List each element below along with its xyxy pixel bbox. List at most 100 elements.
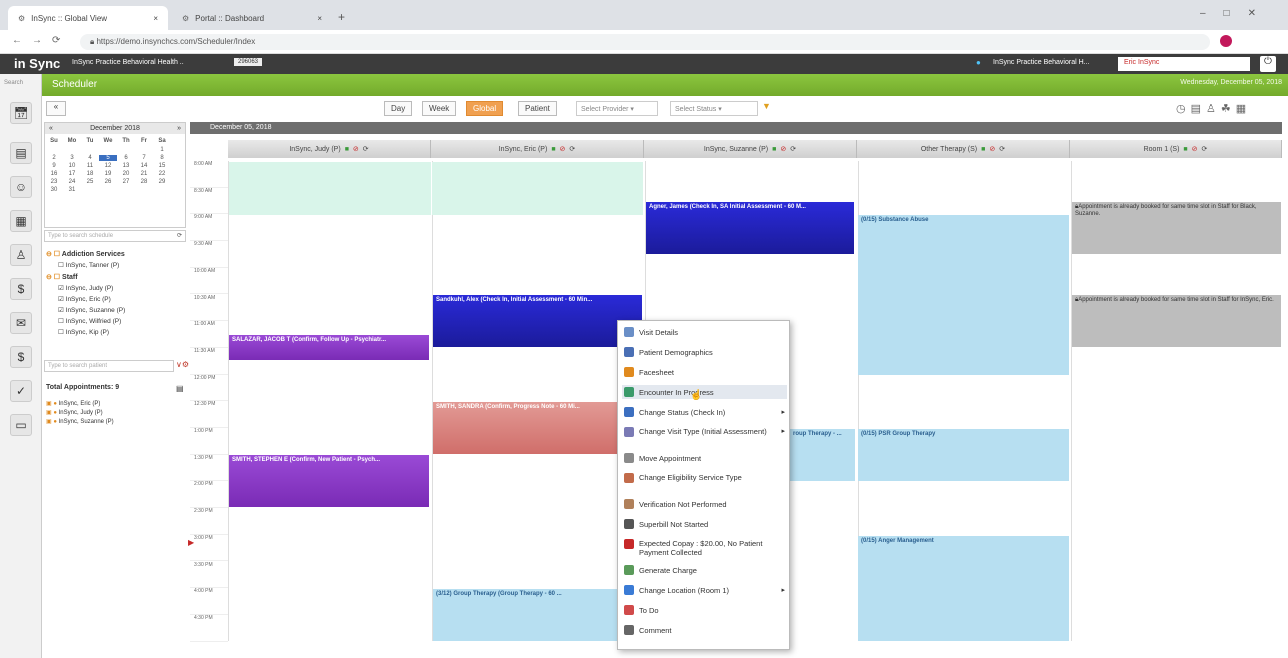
calendar-day[interactable]: 27 [117, 179, 135, 185]
menu-item-status[interactable]: Change Status (Check In) ▸ [622, 405, 787, 419]
appointment-smith-sandra[interactable]: SMITH, SANDRA (Confirm, Progress Note - … [433, 402, 623, 454]
calendar-day[interactable]: 25 [81, 179, 99, 185]
calendar-day[interactable]: 26 [99, 179, 117, 185]
column-header-room-1[interactable]: Room 1 (S) ■ ⊘ ⟳ [1070, 140, 1282, 158]
appointment-smith-stephen[interactable]: SMITH, STEPHEN E (Confirm, New Patient -… [229, 455, 429, 507]
scheduler-icon[interactable]: 📅︎ [10, 102, 32, 124]
checkbox[interactable]: ☐ [58, 329, 66, 336]
total-item[interactable]: ▣ ● InSync, Suzanne (P) [46, 418, 176, 425]
search-label[interactable]: Search [0, 80, 40, 86]
calendar-day[interactable]: 11 [81, 163, 99, 169]
calendar-day[interactable]: 1 [153, 147, 171, 153]
calendar-day[interactable]: 12 [99, 163, 117, 169]
menu-item-superbill[interactable]: Superbill Not Started [622, 517, 787, 531]
add-icon[interactable]: ■ [772, 146, 776, 153]
filter-icon[interactable]: ▼ [762, 101, 771, 111]
tab-global-view[interactable]: ⚙ InSync :: Global View × [8, 6, 168, 30]
calendar-day[interactable]: 17 [63, 171, 81, 177]
view-week-button[interactable]: Week [422, 101, 457, 116]
calendar-day[interactable]: 4 [81, 155, 99, 161]
tasks-icon[interactable]: ✓ [10, 380, 32, 402]
block-icon[interactable]: ⊘ [560, 145, 566, 153]
refresh-icon[interactable]: ⟳ [1202, 145, 1208, 153]
filter-item[interactable]: ☑ InSync, Eric (P) [46, 295, 184, 303]
calendar-day[interactable]: 22 [153, 171, 171, 177]
appointment-sandkuhl[interactable]: Sandkuhl, Alex (Check In, Initial Assess… [433, 295, 642, 347]
view-patient-button[interactable]: Patient [518, 101, 557, 116]
payments-icon[interactable]: $ [10, 346, 32, 368]
appointment-anger-management[interactable]: (0/15) Anger Management [858, 536, 1069, 641]
add-icon[interactable]: ■ [345, 146, 349, 153]
collapse-icon[interactable]: ⊖ ☐ [46, 274, 62, 281]
appointment-group-therapy-suzanne[interactable]: roup Therapy - ... [790, 429, 855, 481]
calendar-day[interactable]: 6 [117, 155, 135, 161]
user-selector[interactable]: Eric InSync [1118, 57, 1250, 71]
menu-item-visit-type[interactable]: Change Visit Type (Initial Assessment) ▸ [622, 425, 787, 439]
user-icon[interactable]: ♙ [10, 244, 32, 266]
appointment-salazar[interactable]: SALAZAR, JACOB T (Confirm, Follow Up - P… [229, 335, 429, 360]
reports-icon[interactable]: ▤ [10, 142, 32, 164]
tab-close-icon[interactable]: × [317, 14, 322, 23]
print-icon[interactable]: ▤ [176, 384, 184, 393]
calendar-day[interactable]: 15 [153, 163, 171, 169]
filter-item[interactable]: ☑ InSync, Suzanne (P) [46, 306, 184, 314]
prev-month-button[interactable]: « [49, 125, 53, 132]
calendar-day[interactable]: 20 [117, 171, 135, 177]
block-icon[interactable]: ⊘ [1192, 145, 1198, 153]
menu-item-move[interactable]: Move Appointment [622, 451, 787, 465]
tab-close-icon[interactable]: × [153, 14, 158, 23]
calendar-day[interactable]: 29 [153, 179, 171, 185]
calendar-day[interactable]: 5 [99, 155, 117, 161]
filter-item[interactable]: ☐ InSync, Wilfried (P) [46, 317, 184, 325]
room-booking-note[interactable]: 🔒︎Appointment is already booked for same… [1072, 295, 1281, 347]
refresh-icon[interactable]: ⟳ [790, 145, 796, 153]
filter-group-header[interactable]: ⊖ ☐ Staff [46, 273, 184, 281]
add-icon[interactable]: ■ [1183, 146, 1187, 153]
filter-group-header[interactable]: ⊖ ☐ Addiction Services [46, 250, 184, 258]
collapse-icon[interactable]: ⊖ ☐ [46, 251, 62, 258]
calendar-day[interactable]: 18 [81, 171, 99, 177]
calendar-day[interactable]: 24 [63, 179, 81, 185]
next-month-button[interactable]: » [177, 125, 181, 132]
add-icon[interactable]: ■ [981, 146, 985, 153]
menu-item-visit-details[interactable]: Visit Details [622, 325, 787, 339]
toolbar-right-icons[interactable]: ◷▤♙☘▦ [1176, 102, 1251, 115]
patient-icon[interactable]: ☺ [10, 176, 32, 198]
total-item[interactable]: ▣ ● InSync, Judy (P) [46, 409, 176, 416]
available-slot[interactable] [432, 162, 643, 215]
menu-item-comment[interactable]: Comment [622, 623, 787, 637]
calendar-day[interactable]: 7 [135, 155, 153, 161]
calendar-day[interactable]: 21 [135, 171, 153, 177]
refresh-icon[interactable]: ⟳ [177, 232, 182, 239]
menu-item-todo[interactable]: To Do [622, 603, 787, 617]
appointment-agner[interactable]: Agner, James (Check In, SA Initial Asses… [646, 202, 854, 254]
calendar-day[interactable]: 19 [99, 171, 117, 177]
provider-select[interactable]: Select Provider ▾ [576, 101, 658, 116]
view-global-button[interactable]: Global [466, 101, 504, 116]
calendar-day[interactable]: 31 [63, 187, 81, 193]
nav-buttons[interactable]: ←→⟳ [12, 35, 70, 46]
menu-item-patient[interactable]: Patient Demographics [622, 345, 787, 359]
calendar-day[interactable]: 30 [45, 187, 63, 193]
patient-search-input[interactable]: Type to search patient [44, 360, 174, 372]
column-header-other-therapy[interactable]: Other Therapy (S) ■ ⊘ ⟳ [857, 140, 1070, 158]
calendar-day[interactable]: 8 [153, 155, 171, 161]
calendar-day[interactable]: 10 [63, 163, 81, 169]
tab-portal-dashboard[interactable]: ⚙ Portal :: Dashboard × [172, 6, 332, 30]
calendar-day[interactable]: 16 [45, 171, 63, 177]
menu-item-facesheet[interactable]: Facesheet [622, 365, 787, 379]
menu-item-copay[interactable]: Expected Copay : $20.00, No Patient Paym… [622, 537, 787, 559]
collapse-sidebar-button[interactable]: « [46, 101, 66, 116]
refresh-icon[interactable]: ⟳ [363, 145, 369, 153]
menu-item-eligibility[interactable]: Change Eligibility Service Type [622, 471, 787, 485]
block-icon[interactable]: ⊘ [989, 145, 995, 153]
calendar-day[interactable]: 14 [135, 163, 153, 169]
menu-item-verification[interactable]: Verification Not Performed [622, 497, 787, 511]
column-header-suzanne[interactable]: InSync, Suzanne (P) ■ ⊘ ⟳ [644, 140, 857, 158]
appointment-psr-group[interactable]: (0/15) PSR Group Therapy [858, 429, 1069, 481]
block-icon[interactable]: ⊘ [353, 145, 359, 153]
patient-search-toggle[interactable]: ∨⚙ [176, 360, 189, 369]
new-tab-button[interactable]: + [338, 10, 345, 24]
view-day-button[interactable]: Day [384, 101, 413, 116]
column-header-judy[interactable]: InSync, Judy (P) ■ ⊘ ⟳ [228, 140, 431, 158]
